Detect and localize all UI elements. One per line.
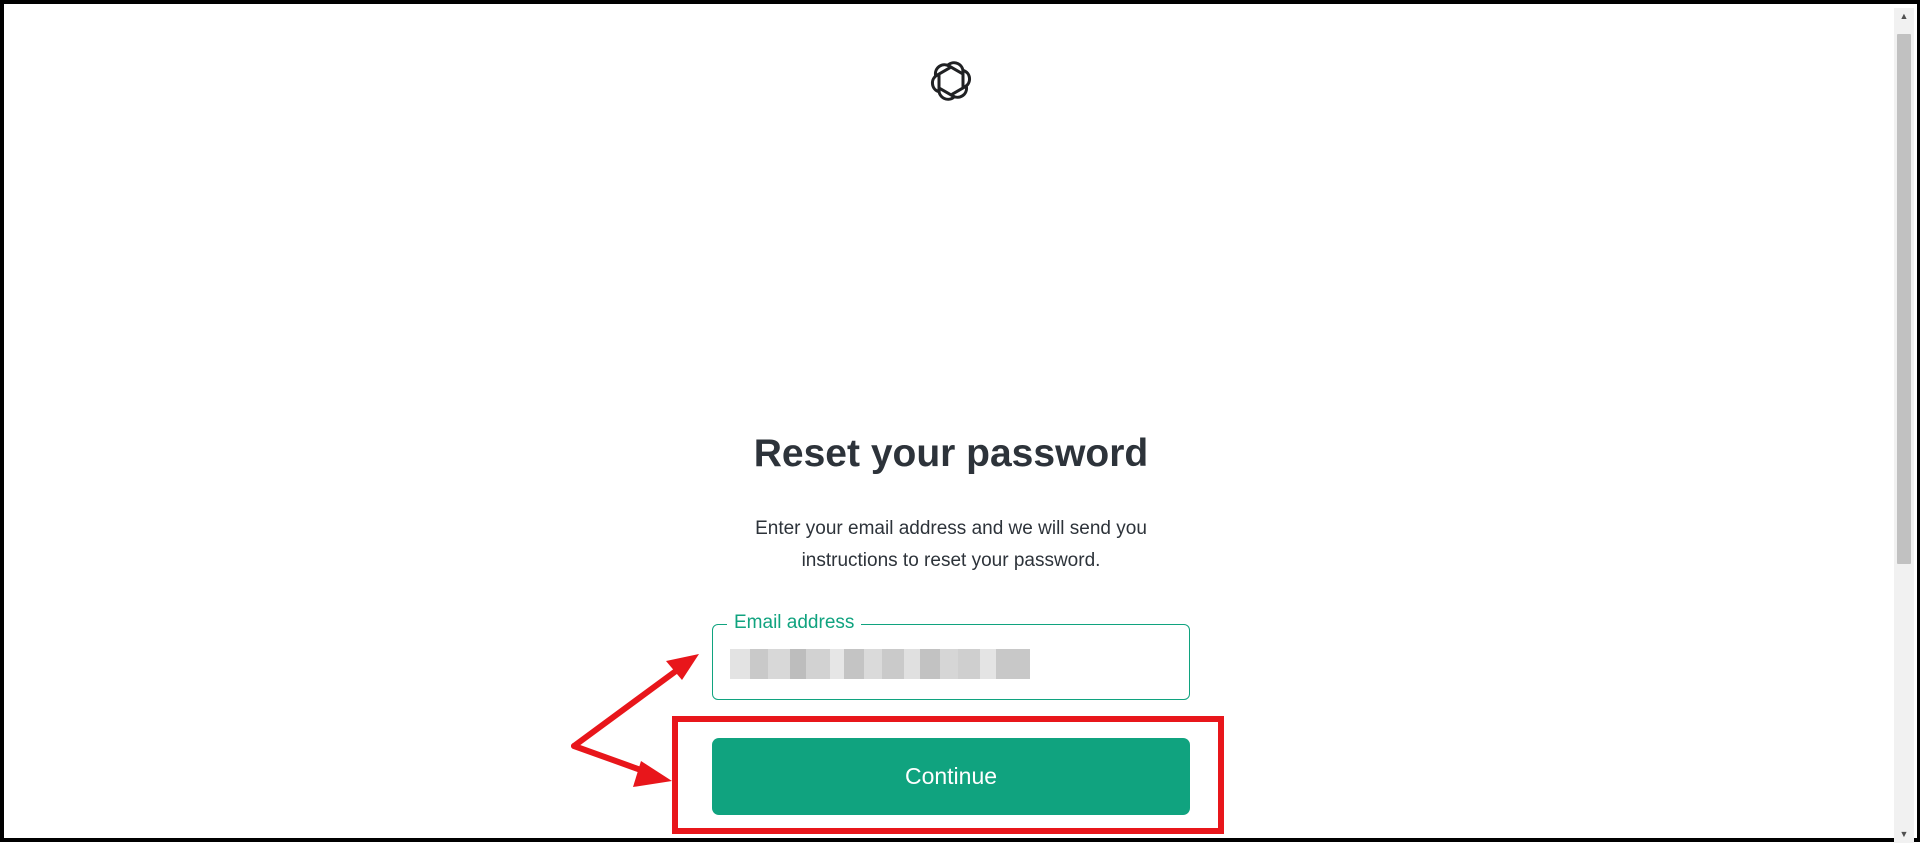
email-field-label: Email address — [727, 612, 862, 634]
scroll-up-arrow-icon[interactable]: ▲ — [1894, 8, 1914, 25]
email-field-redacted-value[interactable] — [730, 649, 1030, 679]
annotation-arrowhead-continue — [633, 761, 672, 787]
scroll-down-arrow-icon[interactable]: ▼ — [1894, 826, 1914, 843]
annotation-arrow-to-continue — [571, 743, 655, 777]
page-subtitle: Enter your email address and we will sen… — [755, 518, 1147, 571]
annotation-arrow-to-email — [571, 665, 683, 749]
annotation-arrows — [571, 654, 699, 787]
continue-button[interactable]: Continue — [712, 738, 1190, 815]
browser-viewport: ▲ ▼ Reset your password Enter your email… — [0, 0, 1920, 843]
openai-logo-icon — [930, 61, 972, 101]
vertical-scrollbar[interactable]: ▲ ▼ — [1894, 8, 1914, 843]
scrollbar-thumb[interactable] — [1897, 34, 1911, 564]
email-field[interactable]: Email address — [712, 612, 1190, 700]
page-title: Reset your password — [753, 432, 1149, 475]
annotation-arrowhead-email — [666, 654, 699, 680]
